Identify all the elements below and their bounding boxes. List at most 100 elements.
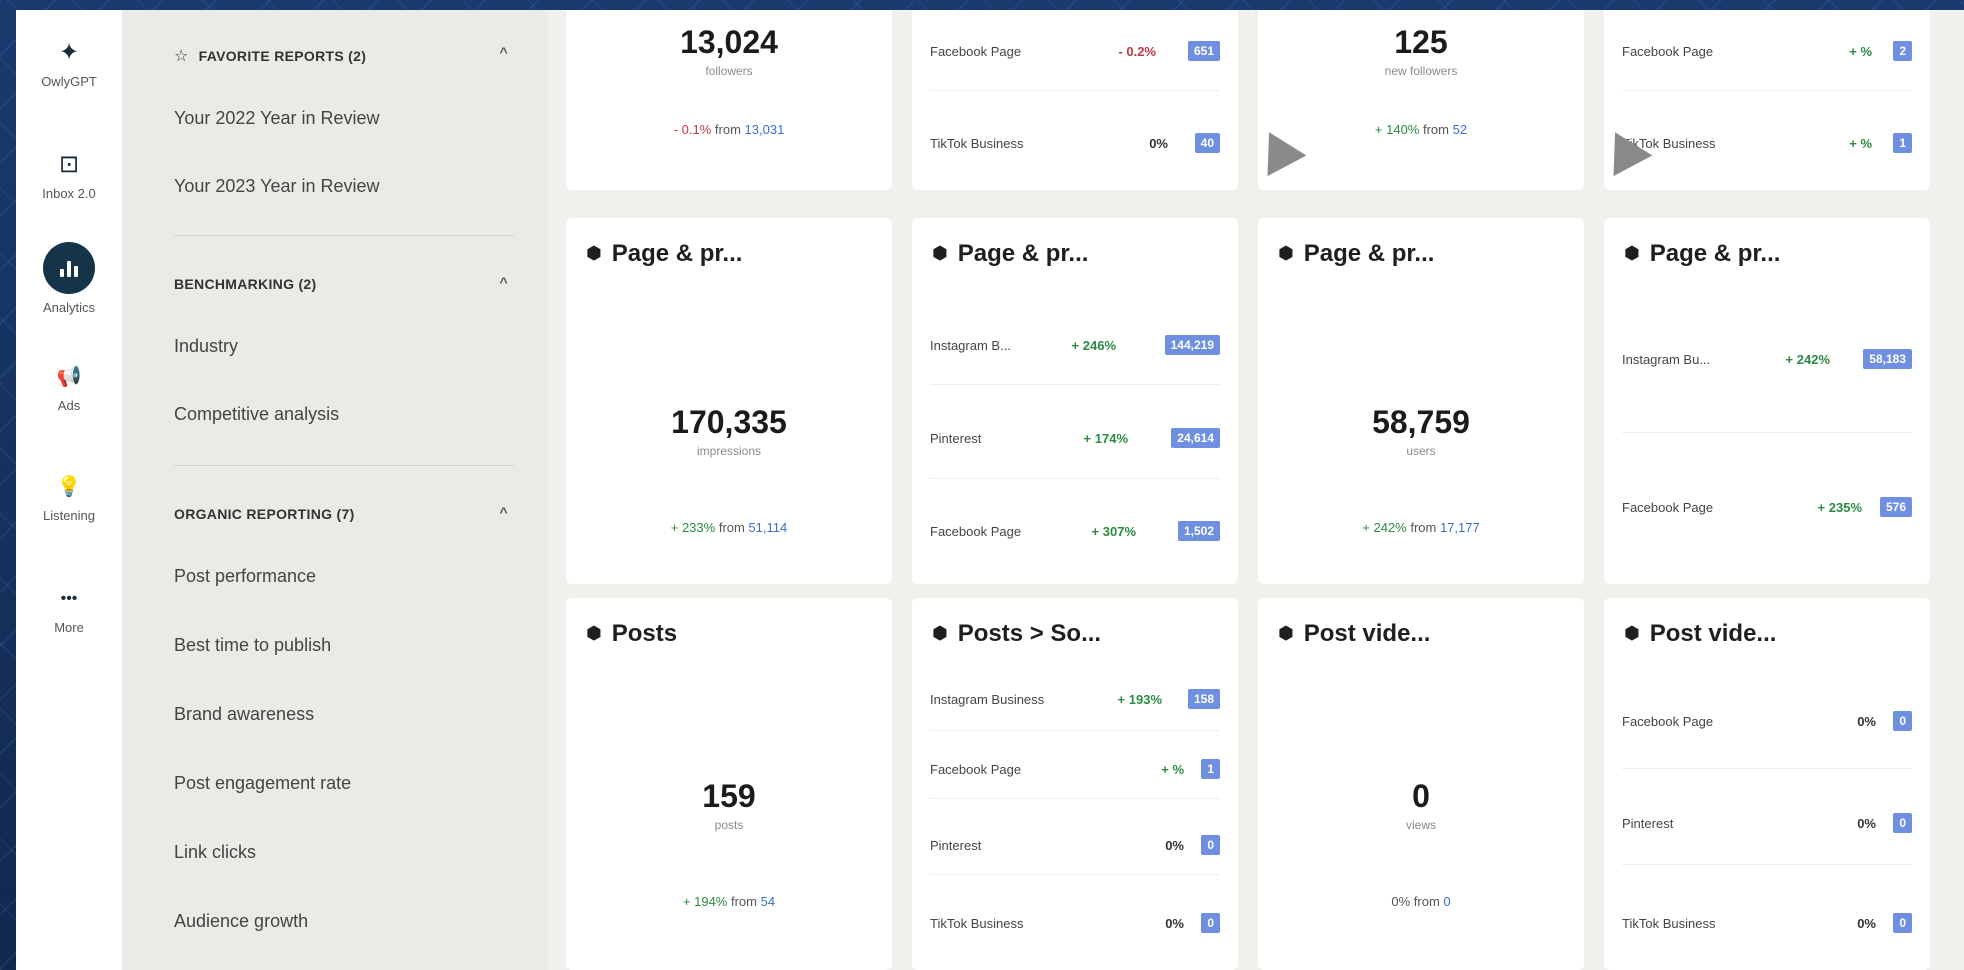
network-label: Pinterest [1622,816,1674,831]
chevron-up-icon[interactable]: ^ [500,504,508,520]
rail-label: Inbox 2.0 [42,186,96,201]
network-value-badge: 576 [1879,497,1912,517]
metric-value: 0 [1412,778,1430,814]
metric-change: - 0.1% from 13,031 [673,122,785,137]
report-link[interactable]: Link clicks [174,842,256,863]
report-link[interactable]: Best time to publish [174,635,331,656]
network-label: Facebook Page [1622,714,1714,729]
report-link[interactable]: Post performance [174,566,316,587]
analytics-icon [43,242,95,294]
video-views-breakdown-card[interactable]: ⬢ Post vide... Facebook Page 0% 0 Pintere… [1604,598,1930,970]
network-label: Facebook Page [930,44,1022,59]
network-value-badge: 1,502 [1177,521,1220,541]
network-icon: ⬢ [586,623,602,643]
metric-unit: posts [714,818,744,832]
users-breakdown-card[interactable]: ⬢ Page & pr... Instagram Bu... + 242% 58,… [1604,218,1930,584]
rail-label: Analytics [42,300,96,315]
network-value-badge: 0 [1893,913,1912,933]
chevron-up-icon[interactable]: ^ [500,274,508,290]
metric-value: 125 [1394,24,1448,60]
network-value-badge: 651 [1187,41,1220,61]
network-value-badge: 1 [1893,133,1912,153]
rail-label: Ads [57,398,81,413]
metric-change: 0% from 0 [1391,894,1451,909]
benchmarking-header[interactable]: BENCHMARKING (2) ^ [174,274,508,292]
sparkle-icon: ✦ [58,39,80,66]
more-icon: ••• [60,590,78,607]
row-divider [930,874,1220,875]
followers-breakdown-card[interactable]: Facebook Page - 0.2% 651 TikTok Business… [912,10,1238,190]
lightbulb-icon: 💡 [56,476,82,498]
metric-unit: new followers [1384,64,1458,78]
metric-unit: users [1406,444,1436,458]
report-link[interactable]: Competitive analysis [174,404,339,425]
row-divider [1622,864,1912,865]
network-value-badge: 58,183 [1863,349,1912,369]
reports-panel: ☆ FAVORITE REPORTS (2) ^ Your 2022 Year i… [122,10,549,970]
section-title: ORGANIC REPORTING (7) [174,506,355,522]
network-value-badge: 0 [1893,711,1912,731]
report-link[interactable]: Your 2022 Year in Review [174,108,380,129]
card-title: ⬢ Page & pr... [586,240,743,267]
network-change: 0% [1857,816,1876,831]
network-change: + 193% [1117,692,1162,707]
new-followers-breakdown-card[interactable]: Facebook Page + % 2 TikTok Business + % … [1604,10,1930,190]
network-change: 0% [1857,714,1876,729]
users-card[interactable]: ⬢ Page & pr... 58,759 users + 242% from 1… [1258,218,1584,584]
rail-item-owlygpt[interactable]: ✦ OwlyGPT [16,38,122,89]
row-divider [1622,90,1912,91]
metric-change: + 140% from 52 [1374,122,1468,137]
network-value-badge: 40 [1194,133,1220,153]
network-change: + 242% [1785,352,1830,367]
rail-label: OwlyGPT [41,74,97,89]
rail-label: More [54,620,84,635]
report-link[interactable]: Industry [174,336,238,357]
left-nav-rail: ✦ OwlyGPT ⊡ Inbox 2.0 Analytics 📢 Ads 💡 … [16,10,122,970]
row-divider [930,798,1220,799]
impressions-breakdown-card[interactable]: ⬢ Page & pr... Instagram B... + 246% 144,… [912,218,1238,584]
network-change: 0% [1165,838,1184,853]
network-icon: ⬢ [1278,623,1294,643]
video-views-card[interactable]: ⬢ Post vide... 0 views 0% from 0 [1258,598,1584,970]
network-change: + % [1849,44,1872,59]
report-link[interactable]: Brand awareness [174,704,314,725]
row-divider [930,478,1220,479]
chevron-up-icon[interactable]: ^ [500,44,508,60]
organic-reporting-header[interactable]: ORGANIC REPORTING (7) ^ [174,504,508,522]
metric-value: 170,335 [671,404,787,440]
metric-value: 58,759 [1372,404,1470,440]
new-followers-card[interactable]: 125 new followers + 140% from 52 [1258,10,1584,190]
rail-item-listening[interactable]: 💡 Listening [16,472,122,523]
report-link[interactable]: Post engagement rate [174,773,351,794]
network-label: Facebook Page [930,762,1022,777]
dashboard: 13,024 followers - 0.1% from 13,031 Face… [548,10,1964,970]
rail-item-ads[interactable]: 📢 Ads [16,362,122,413]
report-link[interactable]: Audience growth [174,911,308,932]
rail-item-analytics[interactable]: Analytics [16,242,122,315]
divider [174,235,514,236]
network-change: + % [1161,762,1184,777]
network-label: Pinterest [930,838,982,853]
network-value-badge: 24,614 [1171,428,1220,448]
report-link[interactable]: Your 2023 Year in Review [174,176,380,197]
network-value-badge: 158 [1187,689,1220,709]
megaphone-icon: 📢 [56,366,82,388]
row-divider [1622,768,1912,769]
network-value-badge: 1 [1201,759,1220,779]
posts-breakdown-card[interactable]: ⬢ Posts > So... Instagram Business + 193%… [912,598,1238,970]
row-divider [930,90,1220,91]
network-change: + 235% [1817,500,1862,515]
rail-item-more[interactable]: ••• More [16,584,122,635]
network-value-badge: 144,219 [1164,335,1220,355]
network-change: 0% [1149,136,1168,151]
favorite-reports-header[interactable]: ☆ FAVORITE REPORTS (2) ^ [174,44,508,66]
followers-card[interactable]: 13,024 followers - 0.1% from 13,031 [566,10,892,190]
network-change: + 307% [1091,524,1136,539]
posts-card[interactable]: ⬢ Posts 159 posts + 194% from 54 [566,598,892,970]
network-value-badge: 0 [1201,835,1220,855]
network-label: Facebook Page [1622,44,1714,59]
network-label: Facebook Page [930,524,1022,539]
impressions-card[interactable]: ⬢ Page & pr... 170,335 impressions + 233%… [566,218,892,584]
rail-item-inbox[interactable]: ⊡ Inbox 2.0 [16,150,122,201]
network-label: Instagram Business [930,692,1045,707]
